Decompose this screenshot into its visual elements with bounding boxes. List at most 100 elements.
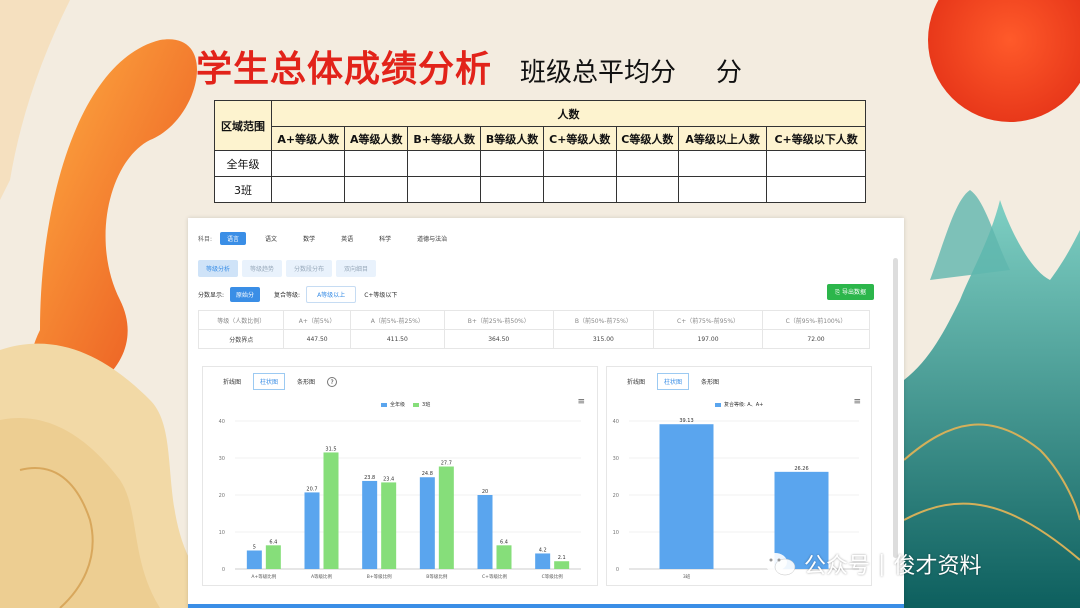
legend-label: 全年级: [390, 402, 406, 408]
grid-cell: 364.50: [443, 329, 554, 349]
table-row: 全年级: [214, 150, 866, 177]
export-button[interactable]: ⎘ 导出数据: [827, 284, 874, 300]
line-chart-tab[interactable]: 折线图: [621, 374, 651, 389]
grid-header: B（前50%-前75%）: [552, 310, 655, 330]
grade-ratio-bar-chart: 0 10 20 30 40 5 6.4 A+等级比例 20.7 31.5 A等级比例 23.8 23.4…: [219, 419, 581, 580]
grid-header: 等级（人数比例）: [197, 310, 285, 330]
chart-menu-icon[interactable]: ≡: [577, 397, 585, 407]
y-tick-label: 30: [613, 456, 619, 462]
analysis-tabs: 等级分析 等级趋势 分数段分布 双向细目: [198, 260, 380, 277]
export-label: 导出数据: [841, 289, 866, 296]
score-unit-label: 分: [716, 58, 743, 88]
y-tick-label: 20: [219, 493, 225, 499]
bar: [659, 424, 714, 569]
watermark-name: 俊才资料: [893, 554, 982, 579]
y-tick-label: 0: [222, 567, 225, 573]
col-header: A等级人数: [344, 126, 409, 151]
legend-swatch: [381, 402, 387, 407]
subject-option[interactable]: 道德与法治: [410, 232, 454, 245]
page-title: 学生总体成绩分析: [196, 49, 493, 90]
subject-option[interactable]: 语言: [220, 232, 247, 245]
table-row: 分数界点 447.50 411.50 364.50 315.00 197.00 …: [197, 329, 870, 349]
table-corner-header: 区域范围: [214, 100, 272, 151]
control-row: 分数显示: 原始分 复合等级: A等级以上 C+等级以下 ⎘ 导出数据: [198, 284, 874, 303]
grid-header: A（前5%-前25%）: [349, 310, 445, 330]
tab-score-distribution[interactable]: 分数段分布: [286, 260, 333, 277]
page-title-row: 学生总体成绩分析 班级总平均分 分: [196, 40, 742, 92]
bar: [381, 482, 397, 569]
grid-header: B+（前25%-前50%）: [443, 310, 554, 330]
col-header: B等级人数: [480, 126, 544, 151]
composite-grade-select[interactable]: A等级以上: [306, 286, 357, 303]
x-tick-label: B+等级比例: [367, 573, 392, 580]
help-icon[interactable]: ?: [327, 376, 338, 387]
bar: [246, 550, 262, 569]
chart-type-tabs: 折线图 柱状图 条形图 ?: [217, 373, 343, 390]
horizontal-bar-tab[interactable]: 条形图: [695, 374, 725, 389]
grid-cell: 72.00: [762, 329, 870, 349]
row-label: 全年级: [214, 150, 272, 177]
row-label: 3班: [214, 176, 272, 203]
bar-value-label: 26.26: [794, 466, 808, 472]
export-icon: ⎘: [835, 289, 842, 296]
grid-cell: 315.00: [552, 329, 655, 349]
grade-ratio-chart-panel: 折线图 柱状图 条形图 ? 全年级 3班 ≡ 0 10 20 30 40 5 6.4 A+等级…: [202, 366, 598, 586]
grid-header: A+（前5%）: [283, 310, 351, 330]
line-chart-tab[interactable]: 折线图: [217, 374, 247, 389]
bar-value-label: 23.8: [364, 475, 375, 481]
composite-grade-low[interactable]: C+等级以下: [364, 290, 397, 299]
legend-swatch: [715, 402, 721, 407]
subject-option[interactable]: 科学: [372, 232, 398, 245]
bar-value-label: 20: [482, 489, 488, 495]
col-header: A等级以上人数: [677, 126, 768, 151]
bar: [419, 477, 435, 569]
horizontal-bar-tab[interactable]: 条形图: [291, 374, 321, 389]
y-tick-label: 10: [613, 530, 619, 536]
wechat-icon: [763, 553, 796, 576]
x-tick-label: B等级比例: [426, 573, 448, 580]
bar-value-label: 39.13: [679, 418, 693, 424]
tab-grade-trend[interactable]: 等级趋势: [242, 260, 283, 277]
tab-grade-analysis[interactable]: 等级分析: [198, 260, 239, 277]
vertical-scrollbar[interactable]: [893, 258, 898, 558]
subject-option[interactable]: 英语: [334, 232, 360, 245]
watermark: 公众号 | 俊才资料: [762, 548, 981, 580]
bar-value-label: 6.4: [500, 539, 508, 545]
bar-value-label: 20.7: [306, 486, 317, 492]
bar-value-label: 24.8: [422, 471, 433, 477]
grid-cell: 411.50: [349, 329, 445, 349]
col-header: C等级人数: [615, 126, 679, 151]
bar-value-label: 23.4: [383, 476, 394, 482]
col-header: A+等级人数: [270, 126, 346, 151]
bar-value-label: 5: [253, 545, 256, 551]
bar-chart-tab[interactable]: 柱状图: [657, 373, 690, 390]
table-row: 3班: [214, 176, 866, 203]
grade-count-table: 区域范围 人数 A+等级人数 A等级人数 B+等级人数 B等级人数 C+等级人数…: [214, 100, 866, 203]
grid-row-label: 分数界点: [197, 329, 285, 349]
grid-header: C+（前75%-前95%）: [653, 310, 764, 330]
bar: [554, 561, 570, 569]
subject-option[interactable]: 数学: [296, 232, 322, 245]
tab-two-way-detail[interactable]: 双向细目: [336, 260, 377, 277]
legend-swatch: [413, 402, 420, 407]
bar-value-label: 2.1: [558, 555, 566, 561]
subject-option[interactable]: 语文: [258, 232, 284, 245]
y-tick-label: 10: [219, 530, 225, 536]
bar: [362, 480, 378, 569]
bar-chart-tab[interactable]: 柱状图: [253, 373, 286, 390]
x-tick-label: A+等级比例: [251, 573, 276, 580]
y-tick-label: 40: [219, 419, 225, 425]
legend-label: 3班: [422, 402, 431, 408]
raw-score-button[interactable]: 原始分: [230, 287, 261, 302]
bar: [477, 495, 493, 569]
score-display-label: 分数显示:: [198, 292, 225, 299]
x-tick-label: 3班: [683, 573, 691, 580]
chart-menu-icon[interactable]: ≡: [853, 397, 861, 407]
bar-value-label: 6.4: [269, 539, 277, 545]
bar: [438, 466, 454, 569]
score-threshold-table: 等级（人数比例） A+（前5%） A（前5%-前25%） B+（前25%-前50…: [197, 310, 870, 349]
watermark-divider: |: [878, 551, 886, 577]
y-tick-label: 40: [613, 419, 619, 425]
bar-value-label: 4.2: [539, 547, 547, 553]
bar: [323, 452, 339, 569]
